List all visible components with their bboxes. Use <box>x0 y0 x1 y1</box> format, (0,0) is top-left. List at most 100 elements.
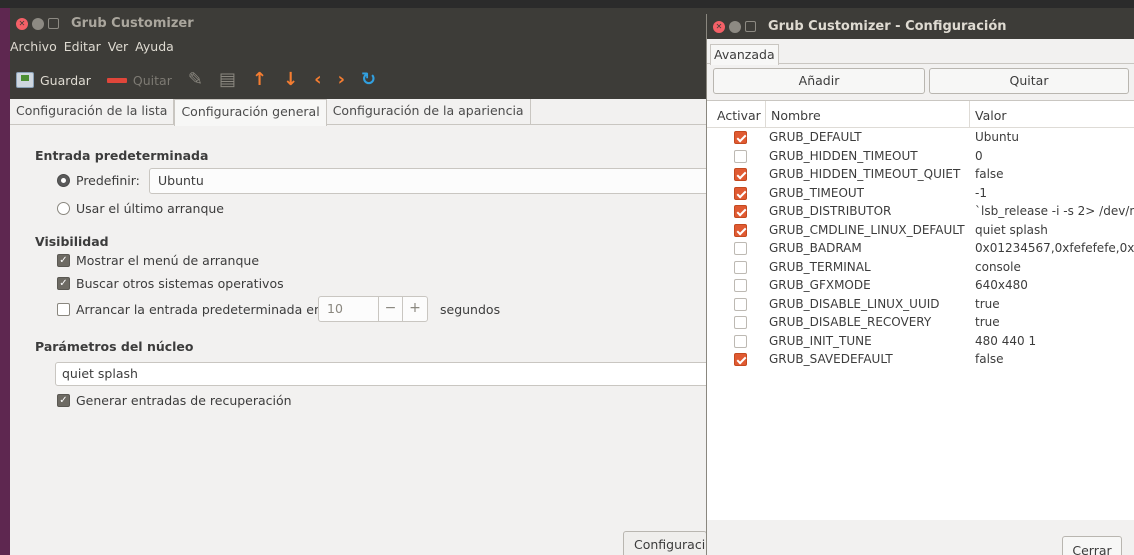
active-checkbox[interactable] <box>734 149 747 163</box>
active-checkbox[interactable] <box>734 334 747 348</box>
table-row[interactable]: GRUB_GFXMODE 640x480 <box>707 276 1134 295</box>
last-boot-radio[interactable] <box>57 202 70 215</box>
active-checkbox[interactable] <box>734 223 747 237</box>
setting-value[interactable]: false <box>975 352 1004 366</box>
predefined-radio[interactable] <box>57 174 70 187</box>
menu-archivo[interactable]: Archivo <box>10 39 57 54</box>
timeout-value[interactable]: 10 <box>319 297 379 321</box>
setting-value[interactable]: 640x480 <box>975 278 1028 292</box>
decrement-button[interactable]: − <box>379 297 403 321</box>
menu-ver[interactable]: Ver <box>108 39 128 54</box>
move-down-button[interactable]: ↓ <box>283 71 298 89</box>
setting-name: GRUB_GFXMODE <box>769 278 871 292</box>
setting-value[interactable]: `lsb_release -i -s 2> /dev/nu <box>975 204 1134 218</box>
dialog-minimize-icon[interactable] <box>729 20 741 33</box>
timeout-spinner[interactable]: 10 − + <box>318 296 428 322</box>
table-header: Activar Nombre Valor <box>707 101 1134 128</box>
setting-value[interactable]: false <box>975 167 1004 181</box>
last-boot-label: Usar el último arranque <box>76 201 224 216</box>
active-checkbox[interactable] <box>734 205 747 218</box>
active-checkbox[interactable] <box>734 297 747 311</box>
tab-advanced[interactable]: Avanzada <box>710 44 779 65</box>
setting-value[interactable]: console <box>975 260 1021 274</box>
table-row[interactable]: GRUB_TERMINAL console <box>707 258 1134 277</box>
recovery-checkbox[interactable]: ✓ <box>57 394 70 407</box>
setting-value[interactable]: 0 <box>975 149 983 163</box>
remove-icon <box>106 77 127 83</box>
show-menu-checkbox[interactable]: ✓ <box>57 254 70 267</box>
increment-button[interactable]: + <box>403 297 427 321</box>
active-checkbox[interactable] <box>734 186 747 200</box>
table-row[interactable]: GRUB_HIDDEN_TIMEOUT_QUIET false <box>707 165 1134 184</box>
table-row[interactable]: GRUB_DISABLE_RECOVERY true <box>707 313 1134 332</box>
table-row[interactable]: GRUB_DEFAULT Ubuntu <box>707 128 1134 147</box>
reload-button[interactable]: ↻ <box>361 71 376 89</box>
active-checkbox[interactable] <box>734 353 747 366</box>
dialog-close-icon[interactable]: ✕ <box>713 20 725 33</box>
active-checkbox[interactable] <box>734 131 747 144</box>
column-name[interactable]: Nombre <box>771 108 821 123</box>
settings-table: Activar Nombre Valor GRUB_DEFAULT Ubuntu G… <box>707 100 1134 520</box>
move-left-button[interactable]: ‹ <box>314 71 321 89</box>
setting-name: GRUB_CMDLINE_LINUX_DEFAULT <box>769 222 965 237</box>
new-entry-button[interactable]: ▤ <box>219 71 236 89</box>
active-checkbox[interactable] <box>734 279 747 292</box>
table-row[interactable]: GRUB_INIT_TUNE 480 440 1 <box>707 332 1134 351</box>
search-os-checkbox[interactable]: ✓ <box>57 277 70 290</box>
dialog-maximize-icon[interactable] <box>745 21 756 32</box>
menu-editar[interactable]: Editar <box>64 39 101 54</box>
configuration-button[interactable]: Configuraci <box>623 531 707 555</box>
edit-button[interactable]: ✎ <box>188 71 203 89</box>
save-icon <box>16 72 34 88</box>
table-row[interactable]: GRUB_CMDLINE_LINUX_DEFAULT quiet splash <box>707 221 1134 240</box>
setting-value[interactable]: 480 440 1 <box>975 334 1036 348</box>
boot-default-checkbox[interactable] <box>57 303 70 316</box>
dialog-remove-button[interactable]: Quitar <box>929 68 1129 94</box>
boot-default-row[interactable]: Arrancar la entrada predeterminada en <box>57 302 322 317</box>
active-checkbox[interactable] <box>734 242 747 255</box>
default-entry-title: Entrada predeterminada <box>35 148 209 163</box>
predefined-radio-row[interactable]: Predefinir: <box>57 173 140 188</box>
active-checkbox[interactable] <box>734 316 747 329</box>
close-button[interactable]: Cerrar <box>1062 536 1122 555</box>
table-row[interactable]: GRUB_TIMEOUT -1 <box>707 184 1134 203</box>
active-checkbox[interactable] <box>734 168 747 181</box>
setting-name: GRUB_SAVEDEFAULT <box>769 352 893 366</box>
move-right-button[interactable]: › <box>338 71 345 89</box>
setting-value[interactable]: true <box>975 297 1000 311</box>
active-checkbox[interactable] <box>734 260 747 274</box>
arrow-down-icon: ↓ <box>283 69 299 90</box>
tab-appearance-config[interactable]: Configuración de la apariencia <box>327 99 531 125</box>
kernel-params-input[interactable]: quiet splash <box>55 362 715 386</box>
remove-button[interactable]: Quitar <box>106 73 172 88</box>
table-row[interactable]: GRUB_DISTRIBUTOR `lsb_release -i -s 2> /d… <box>707 202 1134 221</box>
minimize-window-icon[interactable] <box>32 17 44 30</box>
show-menu-row[interactable]: ✓ Mostrar el menú de arranque <box>57 253 259 268</box>
move-up-button[interactable]: ↑ <box>252 71 267 89</box>
tab-list-config[interactable]: Configuración de la lista <box>10 99 175 125</box>
table-row[interactable]: GRUB_DISABLE_LINUX_UUID true <box>707 295 1134 314</box>
maximize-window-icon[interactable] <box>48 18 59 29</box>
desktop-panel <box>0 0 1134 8</box>
save-button[interactable]: Guardar <box>16 72 91 88</box>
chevron-right-icon: › <box>337 69 345 90</box>
column-value[interactable]: Valor <box>975 108 1007 123</box>
recovery-row[interactable]: ✓ Generar entradas de recuperación <box>57 393 292 408</box>
search-os-row[interactable]: ✓ Buscar otros sistemas operativos <box>57 276 284 291</box>
setting-value[interactable]: 0x01234567,0xfefefefe,0x8 <box>975 241 1134 255</box>
add-button[interactable]: Añadir <box>713 68 925 94</box>
table-row[interactable]: GRUB_BADRAM 0x01234567,0xfefefefe,0x8 <box>707 239 1134 258</box>
table-row[interactable]: GRUB_SAVEDEFAULT false <box>707 350 1134 369</box>
menu-ayuda[interactable]: Ayuda <box>135 39 174 54</box>
table-row[interactable]: GRUB_HIDDEN_TIMEOUT 0 <box>707 147 1134 166</box>
close-window-icon[interactable]: ✕ <box>16 17 28 30</box>
last-boot-radio-row[interactable]: Usar el último arranque <box>57 201 224 216</box>
default-entry-combo[interactable]: Ubuntu <box>149 168 709 194</box>
setting-value[interactable]: quiet splash <box>975 223 1048 237</box>
setting-value[interactable]: -1 <box>975 186 987 200</box>
setting-value[interactable]: true <box>975 315 1000 329</box>
tab-general-config[interactable]: Configuración general <box>174 99 327 126</box>
setting-name: GRUB_DISABLE_LINUX_UUID <box>769 296 940 311</box>
setting-value[interactable]: Ubuntu <box>975 130 1019 144</box>
column-active[interactable]: Activar <box>717 108 761 123</box>
